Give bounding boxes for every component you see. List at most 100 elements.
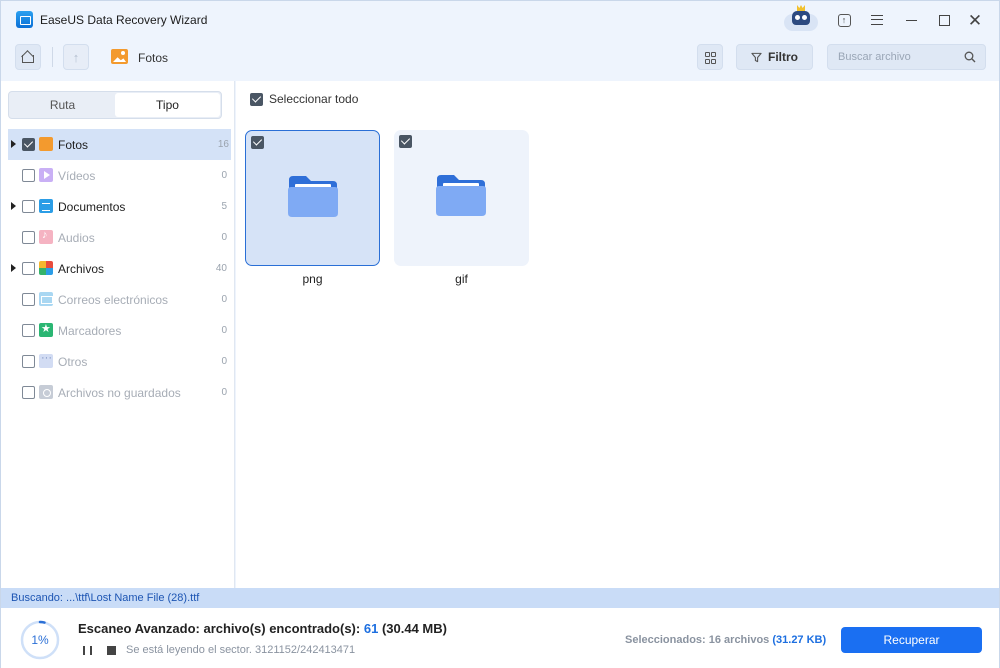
filter-button[interactable]: Filtro [736, 44, 813, 70]
close-icon: ✕ [967, 10, 983, 30]
menu-button[interactable] [865, 9, 889, 31]
category-checkbox[interactable] [22, 324, 35, 337]
category-count: 0 [221, 325, 227, 336]
folder-checkbox[interactable] [399, 135, 412, 148]
category-fotos[interactable]: Fotos 16 [8, 129, 231, 160]
category-audios[interactable]: Audios 0 [1, 222, 234, 253]
folder-icon [288, 176, 338, 217]
category-count: 0 [221, 170, 227, 181]
found-size: (30.44 MB) [381, 621, 447, 636]
scan-path-bar: Buscando: ...\ttf\Lost Name File (28).tt… [1, 588, 999, 608]
category-label: Vídeos [58, 169, 96, 183]
title-bar: EaseUS Data Recovery Wizard ↑ ✕ [1, 1, 999, 39]
recover-button[interactable]: Recuperar [841, 627, 982, 653]
category-archivos[interactable]: Archivos 40 [1, 253, 234, 284]
close-button[interactable]: ✕ [963, 9, 987, 31]
mail-icon [39, 292, 53, 306]
view-toggle-button[interactable] [697, 44, 723, 70]
selection-count: Seleccionados: 16 archivos [625, 634, 770, 646]
search-box [827, 44, 986, 70]
category-checkbox[interactable] [22, 200, 35, 213]
category-documentos[interactable]: Documentos 5 [1, 191, 234, 222]
app-logo-icon [16, 11, 33, 28]
category-count: 0 [221, 356, 227, 367]
scan-path-text: Buscando: ...\ttf\Lost Name File (28).tt… [11, 592, 200, 604]
stop-icon[interactable] [107, 646, 116, 655]
scan-summary: Escaneo Avanzado: archivo(s) encontrado(… [78, 621, 447, 636]
category-label: Otros [58, 355, 88, 369]
category-label: Archivos no guardados [58, 386, 181, 400]
category-otros[interactable]: Otros 0 [1, 346, 234, 377]
minimize-icon [905, 19, 917, 21]
category-label: Fotos [58, 138, 89, 152]
tab-tipo[interactable]: Tipo [115, 93, 220, 117]
upgrade-button[interactable]: ↑ [832, 9, 856, 31]
pause-icon[interactable] [83, 646, 92, 655]
tab-ruta[interactable]: Ruta [10, 93, 115, 117]
home-icon [22, 51, 34, 63]
minimize-button[interactable] [899, 9, 923, 31]
category-checkbox[interactable] [22, 355, 35, 368]
search-input[interactable] [828, 45, 958, 69]
category-videos[interactable]: Vídeos 0 [1, 160, 234, 191]
breadcrumb: Fotos [138, 51, 169, 65]
category-label: Archivos [58, 262, 105, 276]
category-label: Documentos [58, 200, 126, 214]
toolbar: ↑ Fotos Filtro [1, 39, 999, 81]
expand-arrow-icon[interactable] [11, 202, 16, 210]
folder-tile-png[interactable] [245, 130, 380, 266]
selection-summary: Seleccionados: 16 archivos (31.27 KB) [625, 634, 826, 646]
unsaved-icon [39, 385, 53, 399]
video-icon [39, 168, 53, 182]
category-no-guardados[interactable]: Archivos no guardados 0 [1, 377, 234, 408]
select-all-checkbox[interactable] [250, 92, 263, 106]
select-all[interactable]: Seleccionar todo [250, 92, 358, 106]
document-icon [39, 199, 53, 213]
category-count: 40 [215, 263, 227, 274]
photo-icon [39, 137, 53, 151]
scan-summary-label: Escaneo Avanzado: archivo(s) encontrado(… [78, 621, 361, 636]
toolbar-divider [52, 47, 53, 67]
category-label: Marcadores [58, 324, 122, 338]
other-icon [39, 352, 53, 368]
folder-name: gif [455, 272, 468, 286]
category-count: 5 [221, 201, 227, 212]
home-button[interactable] [15, 44, 41, 70]
category-checkbox[interactable] [22, 138, 35, 151]
sector-status: Se está leyendo el sector. 3121152/24241… [126, 644, 356, 656]
search-icon[interactable] [964, 51, 976, 63]
app-window: EaseUS Data Recovery Wizard ↑ ✕ ↑ Fotos [0, 0, 1000, 668]
mascot-icon[interactable] [784, 5, 818, 31]
grid-view-icon [704, 51, 716, 64]
photo-icon [111, 49, 128, 64]
category-checkbox[interactable] [22, 231, 35, 244]
file-grid: Seleccionar todo png gif [236, 81, 999, 588]
category-count: 16 [217, 139, 229, 150]
status-panel: 1% Escaneo Avanzado: archivo(s) encontra… [1, 608, 999, 668]
expand-arrow-icon[interactable] [11, 264, 16, 272]
category-marcadores[interactable]: Marcadores 0 [1, 315, 234, 346]
category-checkbox[interactable] [22, 169, 35, 182]
bookmark-icon [39, 322, 53, 337]
category-count: 0 [221, 387, 227, 398]
maximize-button[interactable] [932, 9, 956, 31]
category-checkbox[interactable] [22, 262, 35, 275]
sidebar: Ruta Tipo Fotos 16 Vídeos 0 Documentos 5… [1, 81, 235, 588]
category-count: 0 [221, 232, 227, 243]
category-checkbox[interactable] [22, 293, 35, 306]
filter-icon [751, 52, 762, 62]
progress-label: 1% [31, 633, 49, 647]
expand-arrow-icon[interactable] [11, 140, 16, 148]
folder-checkbox[interactable] [251, 136, 264, 149]
app-title: EaseUS Data Recovery Wizard [40, 13, 208, 27]
category-checkbox[interactable] [22, 386, 35, 399]
select-all-label: Seleccionar todo [269, 92, 359, 106]
view-mode-tabs: Ruta Tipo [8, 91, 222, 119]
found-count: 61 [363, 621, 379, 636]
category-count: 0 [221, 294, 227, 305]
up-button[interactable]: ↑ [63, 44, 89, 70]
category-correos[interactable]: Correos electrónicos 0 [1, 284, 234, 315]
selection-size: (31.27 KB) [772, 634, 827, 646]
folder-tile-gif[interactable] [394, 130, 529, 266]
category-label: Correos electrónicos [58, 293, 169, 307]
